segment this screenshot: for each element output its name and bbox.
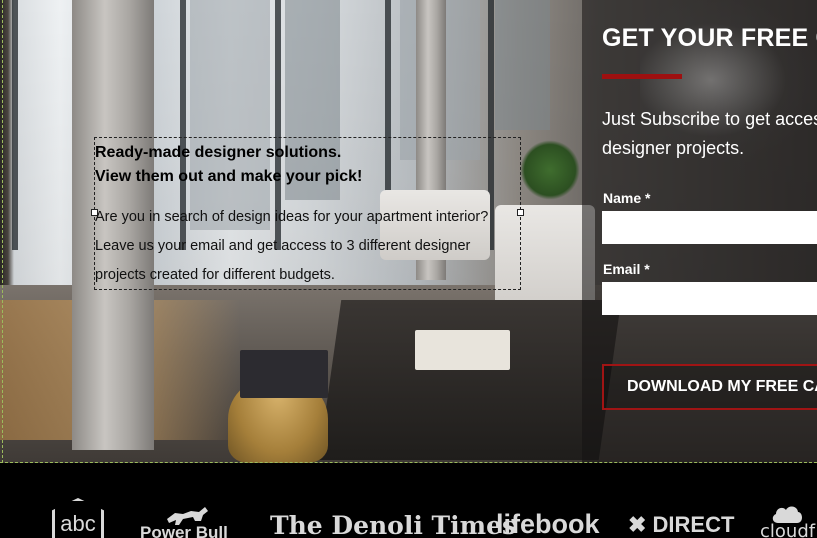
logo-direct-text: DIRECT bbox=[652, 512, 735, 537]
cta-title: GET YOUR FREE C bbox=[602, 24, 817, 52]
background-building bbox=[495, 0, 550, 130]
hero-headline-line1: Ready-made designer solutions. bbox=[95, 144, 342, 161]
logo-lifebook: lifebook bbox=[496, 509, 600, 538]
hero-section: Ready-made designer solutions. View them… bbox=[0, 0, 817, 463]
logo-direct: ✖ DIRECT bbox=[628, 512, 734, 538]
name-label: Name * bbox=[603, 190, 651, 206]
books-stack bbox=[240, 350, 328, 398]
download-button[interactable]: DOWNLOAD MY FREE CA bbox=[602, 364, 817, 410]
email-label: Email * bbox=[603, 261, 650, 277]
hero-headline-line2: View them out and make your pick! bbox=[95, 168, 363, 185]
plant bbox=[520, 140, 580, 200]
email-field[interactable] bbox=[602, 282, 817, 315]
cta-subtitle-line2: designer projects. bbox=[602, 138, 745, 158]
resize-handle-right[interactable] bbox=[517, 209, 524, 216]
partner-logos: abc Power Bull The Denoli Times lifebook… bbox=[0, 463, 817, 538]
window-mullion bbox=[12, 0, 18, 250]
books-stack bbox=[415, 330, 510, 370]
logo-power-bull: Power Bull bbox=[140, 523, 228, 538]
x-icon: ✖ bbox=[628, 512, 653, 537]
hero-body-text: Are you in search of design ideas for yo… bbox=[95, 209, 489, 283]
hero-headline: Ready-made designer solutions. View them… bbox=[95, 141, 515, 189]
name-field[interactable] bbox=[602, 211, 817, 244]
cta-subtitle: Just Subscribe to get acces designer pro… bbox=[602, 105, 817, 163]
logo-denoli-times: The Denoli Times bbox=[270, 511, 517, 538]
cta-subtitle-line1: Just Subscribe to get acces bbox=[602, 109, 817, 129]
logo-abc: abc bbox=[52, 498, 104, 538]
coffee-table bbox=[318, 300, 622, 460]
cta-accent-bar bbox=[602, 74, 682, 79]
editor-guide-line bbox=[2, 0, 3, 463]
logo-cloudf: cloudf bbox=[760, 521, 816, 538]
